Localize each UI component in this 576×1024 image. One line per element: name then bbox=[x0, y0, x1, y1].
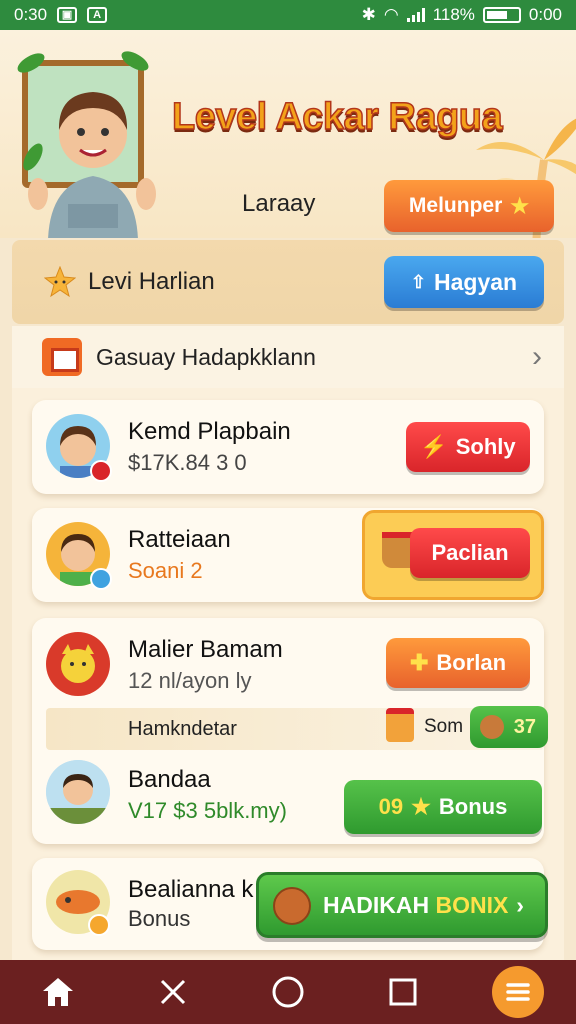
daily-button-label: Hagyan bbox=[434, 268, 518, 295]
bonus-button[interactable]: HADIKAH BONIX › bbox=[256, 872, 548, 938]
card-sub: 12 nl/ayon ly bbox=[128, 668, 252, 693]
card-sub: Soani 2 bbox=[128, 558, 203, 583]
chevron-right-icon: › bbox=[516, 891, 524, 918]
card-name: Bealianna k bbox=[128, 876, 254, 903]
card-name: Kemd Plapbain bbox=[128, 418, 291, 445]
calendar-icon bbox=[42, 338, 82, 376]
avatar bbox=[46, 632, 110, 696]
badge-icon bbox=[90, 460, 112, 482]
arrow-up-icon: ⇧ bbox=[410, 271, 426, 292]
chip-value: 37 bbox=[513, 715, 536, 738]
app-notification-icon: A bbox=[87, 7, 108, 23]
acorn-icon bbox=[273, 887, 311, 925]
card-sub: V17 $3 5blk.my) bbox=[128, 798, 287, 823]
menu-icon[interactable] bbox=[492, 966, 545, 1018]
chevron-right-icon: › bbox=[532, 340, 542, 373]
square-icon[interactable] bbox=[377, 966, 429, 1018]
status-bar: 0:30 ▣ A ✱ ◠ 118% 0:00 bbox=[0, 0, 576, 30]
card-button-label: Paclian bbox=[431, 540, 509, 565]
daily-label: Levi Harlian bbox=[88, 268, 215, 295]
bear-icon bbox=[480, 715, 504, 739]
card-button-label: Borlan bbox=[436, 650, 507, 675]
card-action-button[interactable]: Paclian bbox=[410, 528, 530, 578]
battery-percent: 118% bbox=[432, 5, 475, 24]
page-title: Level Ackar Ragua bbox=[171, 95, 503, 139]
sub-row-small-label: Som bbox=[424, 716, 464, 737]
member-button[interactable]: Melunper ★ bbox=[384, 180, 554, 232]
reward-chip[interactable]: 37 bbox=[470, 706, 548, 748]
cup-icon bbox=[386, 708, 414, 742]
home-icon[interactable] bbox=[32, 966, 84, 1018]
card-button-prefix: 09 bbox=[378, 794, 404, 819]
bonus-label-b: BONIX bbox=[435, 891, 509, 918]
card-name: Bandaa bbox=[128, 766, 211, 793]
bottom-nav bbox=[0, 960, 576, 1024]
card-action-button[interactable]: ⚡ Sohly bbox=[406, 422, 530, 472]
badge-icon bbox=[90, 568, 112, 590]
list-item[interactable]: Kemd Plapbain $17K.84 3 0 ⚡ Sohly bbox=[32, 400, 544, 494]
star-face-icon bbox=[44, 266, 76, 298]
sub-row-label: Hamkndetar bbox=[128, 717, 237, 740]
close-icon[interactable] bbox=[147, 966, 199, 1018]
card-button-label: Bonus bbox=[438, 794, 508, 819]
signal-icon bbox=[406, 8, 425, 22]
avatar bbox=[46, 760, 110, 824]
circle-icon[interactable] bbox=[262, 966, 314, 1018]
card-button-label: Sohly bbox=[455, 434, 516, 459]
bluetooth-icon: ✱ bbox=[361, 5, 376, 24]
bonus-label-a: HADIKAH bbox=[323, 891, 430, 918]
battery-icon bbox=[482, 7, 521, 23]
sub-row: Hamkndetar Som 37 bbox=[46, 706, 548, 750]
status-time-right: 0:00 bbox=[528, 5, 562, 24]
status-time-left: 0:30 bbox=[14, 5, 48, 24]
card-sub: $17K.84 3 0 bbox=[128, 450, 247, 475]
photo-notification-icon: ▣ bbox=[57, 7, 78, 23]
header-subtitle: Laraay bbox=[242, 190, 316, 217]
card-name: Ratteiaan bbox=[128, 526, 231, 553]
card-name: Malier Bamam bbox=[128, 636, 283, 663]
list-item[interactable]: Ratteiaan Soani 2 Paclian bbox=[32, 508, 544, 602]
app-header: Level Ackar Ragua Laraay Melunper ★ bbox=[0, 30, 576, 238]
wifi-icon: ◠ bbox=[383, 5, 399, 24]
card-action-button[interactable]: ✚ Borlan bbox=[386, 638, 530, 688]
star-icon: ★ bbox=[411, 794, 431, 819]
daily-claim-button[interactable]: ⇧ Hagyan bbox=[384, 256, 544, 308]
daily-row: Levi Harlian ⇧ Hagyan bbox=[12, 240, 564, 324]
star-icon: ★ bbox=[510, 194, 530, 218]
card-sub: Bonus bbox=[128, 906, 191, 931]
character-avatar bbox=[28, 92, 156, 238]
card-action-button[interactable]: 09 ★ Bonus bbox=[344, 780, 542, 834]
section-label: Gasuay Hadapkklann bbox=[96, 343, 316, 370]
badge-icon bbox=[88, 914, 110, 936]
member-button-label: Melunper bbox=[408, 194, 503, 217]
lightning-icon: ⚡ bbox=[420, 434, 448, 459]
plus-icon: ✚ bbox=[409, 650, 429, 675]
section-header[interactable]: Gasuay Hadapkklann › bbox=[12, 326, 564, 388]
